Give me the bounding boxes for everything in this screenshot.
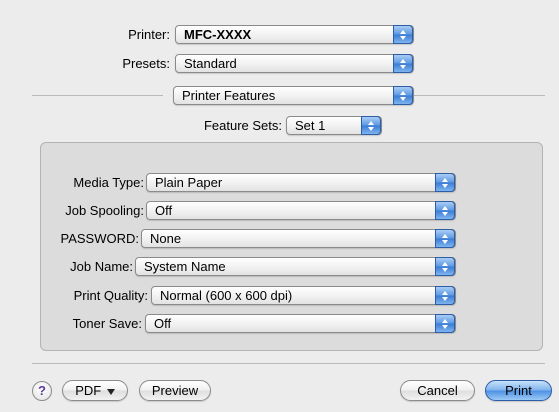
popup-arrows-icon bbox=[393, 25, 413, 44]
option-label: Print Quality: bbox=[73, 288, 148, 303]
cancel-button[interactable]: Cancel bbox=[400, 380, 475, 401]
pdf-button[interactable]: PDF bbox=[62, 380, 128, 401]
job-spooling-popup[interactable]: Off bbox=[146, 201, 456, 220]
print-button[interactable]: Print bbox=[485, 380, 552, 401]
option-value: Plain Paper bbox=[155, 175, 223, 190]
job-name-popup[interactable]: System Name bbox=[135, 257, 456, 276]
media-type-popup[interactable]: Plain Paper bbox=[146, 173, 456, 192]
option-label: Job Name: bbox=[70, 259, 133, 274]
password-popup[interactable]: None bbox=[141, 229, 456, 248]
popup-arrows-icon bbox=[361, 116, 381, 135]
popup-arrows-icon bbox=[393, 54, 413, 73]
popup-arrows-icon bbox=[435, 173, 455, 192]
presets-popup[interactable]: Standard bbox=[175, 54, 414, 73]
option-label: Job Spooling: bbox=[65, 203, 144, 218]
option-label: Media Type: bbox=[73, 175, 144, 190]
option-label: PASSWORD: bbox=[60, 231, 140, 246]
feature-sets-popup[interactable]: Set 1 bbox=[286, 116, 382, 135]
popup-arrows-icon bbox=[393, 86, 413, 105]
printer-popup[interactable]: MFC-XXXX bbox=[175, 25, 414, 44]
separator bbox=[414, 95, 545, 96]
preview-button[interactable]: Preview bbox=[139, 380, 211, 401]
popup-arrows-icon bbox=[435, 286, 455, 305]
popup-arrows-icon bbox=[435, 201, 455, 220]
menu-arrow-icon bbox=[106, 388, 115, 395]
option-label: Toner Save: bbox=[72, 316, 142, 331]
help-button[interactable]: ? bbox=[32, 381, 52, 401]
option-value: Normal (600 x 600 dpi) bbox=[160, 288, 293, 303]
printer-label: Printer: bbox=[128, 27, 170, 42]
presets-label: Presets: bbox=[122, 56, 170, 71]
popup-arrows-icon bbox=[435, 257, 455, 276]
option-value: System Name bbox=[144, 259, 226, 274]
print-quality-popup[interactable]: Normal (600 x 600 dpi) bbox=[151, 286, 456, 305]
separator bbox=[32, 95, 163, 96]
feature-sets-value: Set 1 bbox=[295, 118, 326, 133]
panel-value: Printer Features bbox=[182, 88, 276, 103]
popup-arrows-icon bbox=[435, 229, 455, 248]
option-value: Off bbox=[154, 316, 172, 331]
option-value: None bbox=[150, 231, 182, 246]
feature-sets-label: Feature Sets: bbox=[203, 118, 282, 133]
option-value: Off bbox=[155, 203, 173, 218]
panel-popup[interactable]: Printer Features bbox=[173, 86, 414, 105]
separator bbox=[32, 363, 545, 364]
pdf-label: PDF bbox=[75, 383, 102, 398]
toner-save-popup[interactable]: Off bbox=[145, 314, 456, 333]
printer-value: MFC-XXXX bbox=[184, 27, 252, 42]
popup-arrows-icon bbox=[435, 314, 455, 333]
presets-value: Standard bbox=[184, 56, 237, 71]
